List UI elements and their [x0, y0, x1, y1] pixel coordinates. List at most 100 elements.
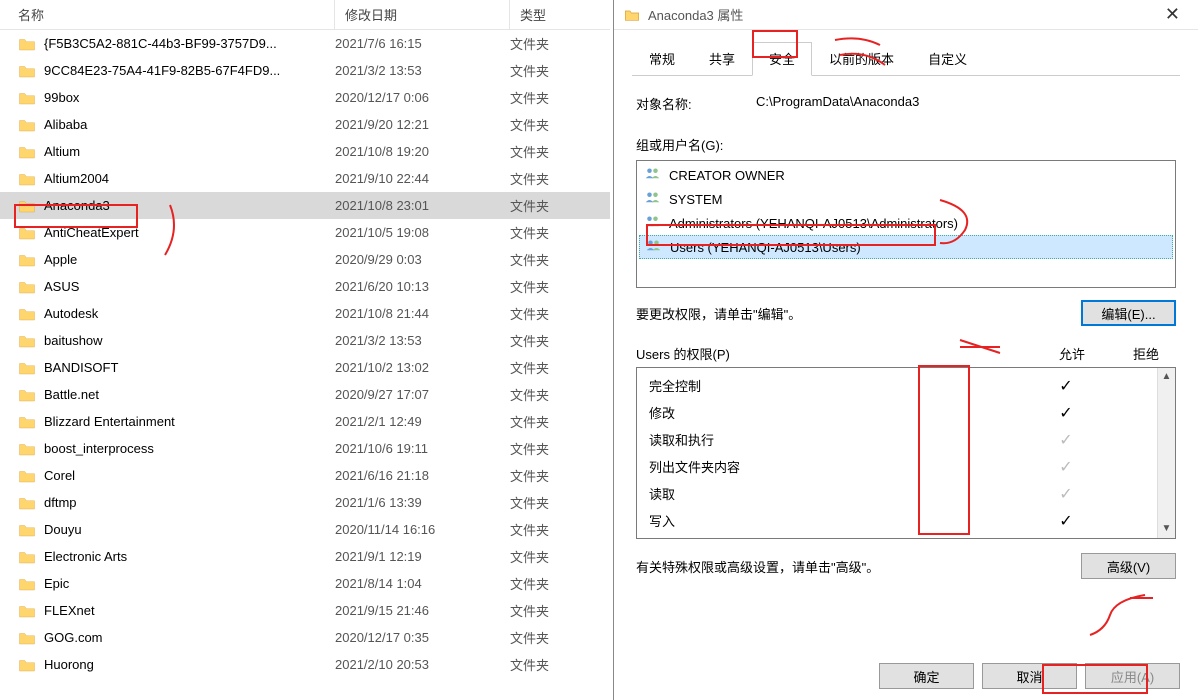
file-row[interactable]: ASUS2021/6/20 10:13文件夹: [0, 273, 610, 300]
edit-hint: 要更改权限，请单击"编辑"。: [636, 304, 801, 323]
file-name: AntiCheatExpert: [44, 225, 335, 240]
file-row[interactable]: Electronic Arts2021/9/1 12:19文件夹: [0, 543, 610, 570]
file-row[interactable]: Blizzard Entertainment2021/2/1 12:49文件夹: [0, 408, 610, 435]
folder-icon: [18, 224, 36, 242]
tab-previous-versions[interactable]: 以前的版本: [812, 42, 911, 75]
file-type: 文件夹: [510, 547, 590, 566]
file-type: 文件夹: [510, 466, 590, 485]
folder-icon: [18, 332, 36, 350]
tab-share[interactable]: 共享: [692, 42, 752, 75]
file-name: Apple: [44, 252, 335, 267]
file-type: 文件夹: [510, 61, 590, 80]
file-row[interactable]: BANDISOFT2021/10/2 13:02文件夹: [0, 354, 610, 381]
file-date: 2021/9/20 12:21: [335, 117, 510, 132]
file-date: 2021/6/16 21:18: [335, 468, 510, 483]
file-date: 2021/1/6 13:39: [335, 495, 510, 510]
group-item[interactable]: Users (YEHANQI-AJ0513\Users): [639, 235, 1173, 259]
file-row[interactable]: AntiCheatExpert2021/10/5 19:08文件夹: [0, 219, 610, 246]
file-name: 9CC84E23-75A4-41F9-82B5-67F4FD9...: [44, 63, 335, 78]
folder-icon: [18, 575, 36, 593]
file-row[interactable]: boost_interprocess2021/10/6 19:11文件夹: [0, 435, 610, 462]
file-row[interactable]: Autodesk2021/10/8 21:44文件夹: [0, 300, 610, 327]
folder-icon: [18, 62, 36, 80]
file-date: 2021/10/8 23:01: [335, 198, 510, 213]
file-type: 文件夹: [510, 223, 590, 242]
permission-row: 读取和执行✓: [637, 426, 1157, 453]
group-item[interactable]: SYSTEM: [639, 187, 1173, 211]
column-date[interactable]: 修改日期: [335, 0, 510, 29]
file-row[interactable]: dftmp2021/1/6 13:39文件夹: [0, 489, 610, 516]
permission-row: 完全控制✓: [637, 372, 1157, 399]
file-row[interactable]: Battle.net2020/9/27 17:07文件夹: [0, 381, 610, 408]
group-name: Administrators (YEHANQI-AJ0513\Administr…: [669, 216, 958, 231]
file-row[interactable]: 99box2020/12/17 0:06文件夹: [0, 84, 610, 111]
cancel-button[interactable]: 取消: [982, 663, 1077, 689]
file-row[interactable]: Altium20042021/9/10 22:44文件夹: [0, 165, 610, 192]
tab-custom[interactable]: 自定义: [911, 42, 984, 75]
file-date: 2021/7/6 16:15: [335, 36, 510, 51]
properties-dialog: Anaconda3 属性 ✕ 常规 共享 安全 以前的版本 自定义 对象名称: …: [613, 0, 1198, 700]
file-row[interactable]: Anaconda32021/10/8 23:01文件夹: [0, 192, 610, 219]
file-row[interactable]: FLEXnet2021/9/15 21:46文件夹: [0, 597, 610, 624]
object-name-label: 对象名称:: [636, 94, 756, 113]
ok-button[interactable]: 确定: [879, 663, 974, 689]
groups-listbox[interactable]: CREATOR OWNER SYSTEM Administrators (YEHAN…: [636, 160, 1176, 288]
file-type: 文件夹: [510, 655, 590, 674]
dialog-footer: 确定 取消 应用(A): [614, 652, 1198, 700]
permission-name: 写入: [649, 511, 1037, 530]
file-date: 2021/10/5 19:08: [335, 225, 510, 240]
file-type: 文件夹: [510, 34, 590, 53]
file-date: 2021/9/15 21:46: [335, 603, 510, 618]
object-name-value: C:\ProgramData\Anaconda3: [756, 94, 919, 113]
folder-icon: [18, 440, 36, 458]
folder-icon: [18, 494, 36, 512]
file-date: 2020/12/17 0:35: [335, 630, 510, 645]
permissions-label: Users 的权限(P): [636, 344, 730, 363]
file-date: 2021/2/10 20:53: [335, 657, 510, 672]
file-type: 文件夹: [510, 331, 590, 350]
file-row[interactable]: Epic2021/8/14 1:04文件夹: [0, 570, 610, 597]
edit-button[interactable]: 编辑(E)...: [1081, 300, 1176, 326]
group-item[interactable]: CREATOR OWNER: [639, 163, 1173, 187]
file-name: Douyu: [44, 522, 335, 537]
file-type: 文件夹: [510, 169, 590, 188]
file-row[interactable]: 9CC84E23-75A4-41F9-82B5-67F4FD9...2021/3…: [0, 57, 610, 84]
permissions-scrollbar[interactable]: ▲ ▼: [1157, 368, 1175, 538]
column-type[interactable]: 类型: [510, 0, 600, 29]
tab-general[interactable]: 常规: [632, 42, 692, 75]
folder-icon: [18, 413, 36, 431]
file-name: Electronic Arts: [44, 549, 335, 564]
advanced-button[interactable]: 高级(V): [1081, 553, 1176, 579]
dialog-title-bar[interactable]: Anaconda3 属性 ✕: [614, 0, 1198, 30]
file-row[interactable]: Huorong2021/2/10 20:53文件夹: [0, 651, 610, 678]
apply-button[interactable]: 应用(A): [1085, 663, 1180, 689]
column-name[interactable]: 名称: [0, 0, 335, 29]
file-name: 99box: [44, 90, 335, 105]
folder-icon: [18, 170, 36, 188]
scroll-down-icon[interactable]: ▼: [1158, 520, 1175, 538]
file-row[interactable]: Alibaba2021/9/20 12:21文件夹: [0, 111, 610, 138]
folder-icon: [18, 197, 36, 215]
folder-icon: [18, 656, 36, 674]
file-type: 文件夹: [510, 88, 590, 107]
file-row[interactable]: Corel2021/6/16 21:18文件夹: [0, 462, 610, 489]
close-icon[interactable]: ✕: [1157, 4, 1188, 25]
allow-header: 允许: [1028, 344, 1116, 363]
group-name: SYSTEM: [669, 192, 722, 207]
file-name: FLEXnet: [44, 603, 335, 618]
tab-security[interactable]: 安全: [752, 42, 812, 76]
file-row[interactable]: baitushow2021/3/2 13:53文件夹: [0, 327, 610, 354]
allow-check-icon: ✓: [1037, 376, 1095, 396]
file-row[interactable]: Apple2020/9/29 0:03文件夹: [0, 246, 610, 273]
group-item[interactable]: Administrators (YEHANQI-AJ0513\Administr…: [639, 211, 1173, 235]
folder-icon: [18, 629, 36, 647]
advanced-hint: 有关特殊权限或高级设置，请单击"高级"。: [636, 557, 879, 576]
file-date: 2021/8/14 1:04: [335, 576, 510, 591]
file-row[interactable]: Douyu2020/11/14 16:16文件夹: [0, 516, 610, 543]
file-row[interactable]: GOG.com2020/12/17 0:35文件夹: [0, 624, 610, 651]
folder-icon: [624, 7, 640, 23]
scroll-up-icon[interactable]: ▲: [1158, 368, 1175, 386]
file-row[interactable]: Altium2021/10/8 19:20文件夹: [0, 138, 610, 165]
deny-header: 拒绝: [1116, 344, 1176, 363]
file-row[interactable]: {F5B3C5A2-881C-44b3-BF99-3757D9...2021/7…: [0, 30, 610, 57]
